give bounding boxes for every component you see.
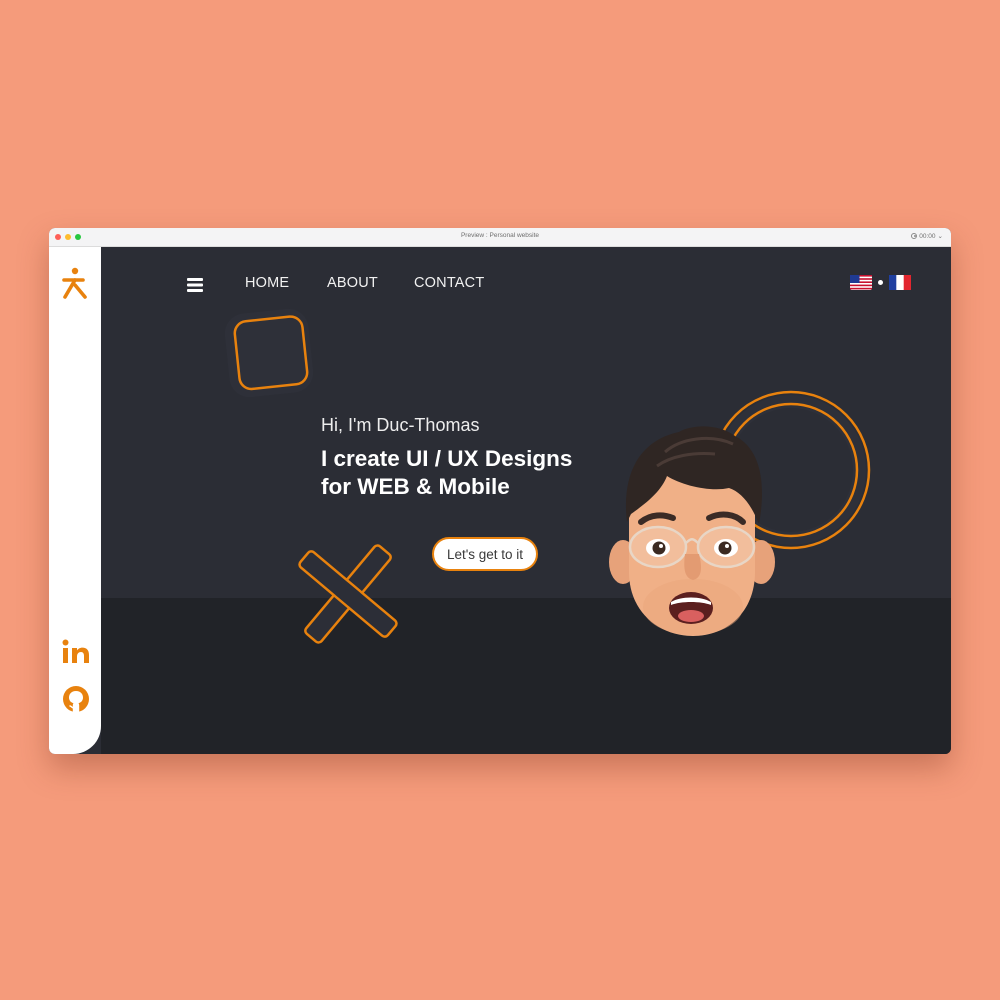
record-icon — [911, 233, 918, 239]
nav-home[interactable]: HOME — [245, 275, 289, 291]
window-title: Preview : Personal website — [460, 232, 540, 239]
france-flag-icon[interactable] — [889, 275, 911, 290]
hamburger-menu-icon[interactable] — [187, 277, 203, 298]
language-switcher — [850, 275, 911, 290]
hero-greeting: Hi, I'm Duc-Thomas — [321, 415, 480, 435]
hero-section: HOME ABOUT CONTACT Hi, I'm Duc-Thomas I … — [101, 247, 951, 754]
headline-line-2: for WEB & Mobile — [321, 474, 510, 499]
timer-value: 00:00 — [919, 232, 936, 240]
cross-decoration — [298, 544, 398, 644]
rounded-square-decoration — [224, 308, 314, 398]
github-icon[interactable] — [61, 684, 91, 719]
headline-line-1: I create UI / UX Designs — [321, 446, 573, 471]
nav-contact[interactable]: CONTACT — [414, 275, 484, 291]
top-nav: HOME ABOUT CONTACT — [101, 247, 951, 317]
language-separator — [878, 280, 883, 285]
memoji-avatar — [609, 426, 775, 636]
chevron-down-icon: ⌄ — [937, 233, 943, 240]
nav-about[interactable]: ABOUT — [327, 275, 378, 291]
k-person-logo-icon[interactable] — [61, 267, 89, 306]
title-bar: Preview : Personal website 00:00 ⌄ — [49, 228, 951, 247]
cta-button[interactable]: Let's get to it — [432, 537, 538, 571]
sidebar — [49, 247, 101, 754]
linkedin-icon[interactable] — [61, 637, 91, 672]
recording-timer[interactable]: 00:00 ⌄ — [911, 232, 943, 240]
browser-window: Preview : Personal website 00:00 ⌄ HOME … — [49, 228, 951, 754]
us-flag-icon[interactable] — [850, 275, 872, 290]
hero-bottom-band — [101, 598, 951, 754]
hero-headline: I create UI / UX Designs for WEB & Mobil… — [321, 445, 572, 501]
